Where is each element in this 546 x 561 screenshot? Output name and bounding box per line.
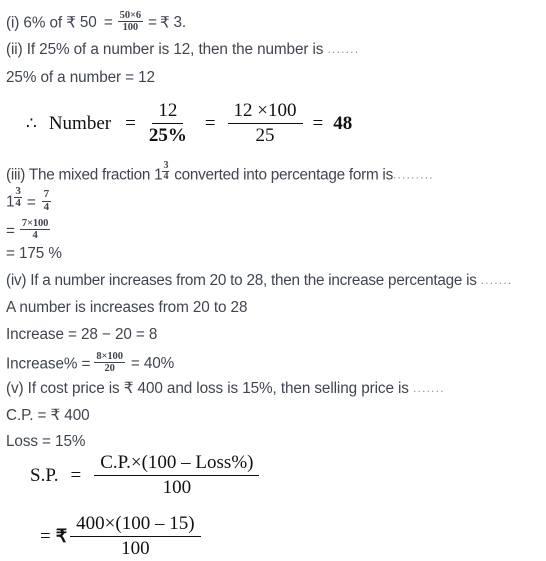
therefore-symbol: ∴ xyxy=(26,113,37,133)
rupee-symbol-v: ₹ xyxy=(123,380,134,397)
fraction-denominator: 4 xyxy=(163,171,169,182)
item-iv-result: = 40% xyxy=(130,355,175,373)
fraction-numerator: 3 xyxy=(14,184,22,198)
substitution-equals: = xyxy=(40,525,51,547)
answer-blank-dots-v: ....... xyxy=(413,381,445,395)
item-i-equals-2: = xyxy=(148,14,157,32)
solution-page: (i) 6% of ₹50 = 50×6 100 = ₹3. (ii) If 25% o… xyxy=(0,0,546,561)
item-ii-given: 25% of a number = 12 xyxy=(6,69,155,86)
equation-ii-equals-2: = xyxy=(204,112,216,134)
answer-blank-dots-iv: ....... xyxy=(480,273,513,287)
item-i-result: 3. xyxy=(173,14,187,32)
equation-ii-answer: 48 xyxy=(333,112,353,134)
fraction-numerator: 12 xyxy=(152,100,184,124)
item-iii-whole: 1 xyxy=(6,193,15,211)
working-line-iv-given: A number is increases from 20 to 28 xyxy=(6,300,247,315)
fraction-denominator: 100 xyxy=(121,537,150,559)
item-iii-question-before: (iii) The mixed fraction 1 xyxy=(6,166,163,184)
question-line-iii: (iii) The mixed fraction 134 converted i… xyxy=(6,160,434,184)
working-line-iii-step3: = 175 % xyxy=(6,246,62,261)
equation-sp-substitution: = ₹ 400×(100 – 15) 100 xyxy=(40,513,201,560)
fraction-numerator: 8×100 xyxy=(94,351,125,364)
working-line-iv-step2: Increase% = 8×100 20 = 40% xyxy=(6,351,175,376)
working-line-iv-step1: Increase = 28 − 20 = 8 xyxy=(6,327,157,342)
rupee-symbol-cp: ₹ xyxy=(50,407,61,424)
fraction-sp-substitution: 400×(100 – 15) 100 xyxy=(70,513,201,560)
fraction-numerator: C.P.×(100 – Loss%) xyxy=(94,452,260,476)
item-iv-increase-pct-label: Increase% = xyxy=(6,355,91,373)
fraction-denominator: 4 xyxy=(15,196,21,209)
fraction-denominator: 25% xyxy=(148,124,187,146)
fraction-denominator: 4 xyxy=(32,230,38,242)
item-iv-question: (iv) If a number increases from 20 to 28… xyxy=(6,272,477,289)
fraction-numerator: 7 xyxy=(41,188,52,202)
fraction-denominator: 20 xyxy=(104,363,115,375)
working-line-v-loss: Loss = 15% xyxy=(6,434,85,449)
solution-line-i: (i) 6% of ₹50 = 50×6 100 = ₹3. xyxy=(6,10,187,35)
equation-ii-equals-3: = xyxy=(312,112,324,134)
fraction-denominator: 25 xyxy=(255,124,275,146)
rupee-symbol-i-result: ₹ xyxy=(159,14,170,32)
item-iv-increase: Increase = 28 − 20 = 8 xyxy=(6,326,158,343)
item-v-loss: Loss = 15% xyxy=(6,433,86,450)
equation-sp-formula: S.P. = C.P.×(100 – Loss%) 100 xyxy=(30,452,260,499)
mixed-fraction-three-quarters: 34 xyxy=(162,160,170,182)
working-line-v-cp: C.P. = ₹ 400 xyxy=(6,408,90,423)
question-line-iv: (iv) If a number increases from 20 to 28… xyxy=(6,273,512,288)
working-line-iii-step2: = 7×100 4 xyxy=(6,218,52,243)
fraction-denominator: 4 xyxy=(43,200,50,213)
item-iii-question-after: converted into percentage form is xyxy=(170,166,393,184)
item-i-prefix: (i) 6% of xyxy=(6,14,67,32)
item-ii-question: (ii) If 25% of a number is 12, then the … xyxy=(6,41,324,58)
item-iii-result: = 175 % xyxy=(6,245,62,262)
fraction-numerator: 12 ×100 xyxy=(227,100,303,124)
fraction-denominator: 100 xyxy=(162,476,192,498)
equation-ii-equals-1: = xyxy=(125,112,136,134)
answer-blank-dots-ii: ....... xyxy=(327,42,360,56)
rupee-symbol-substitution: ₹ xyxy=(55,526,68,547)
question-line-ii: (ii) If 25% of a number is 12, then the … xyxy=(6,42,359,57)
item-iv-given: A number is increases from 20 to 28 xyxy=(6,299,248,316)
working-line-ii-given: 25% of a number = 12 xyxy=(6,70,155,85)
fraction-7-over-4: 74 xyxy=(41,188,52,213)
sp-label: S.P. xyxy=(30,464,59,486)
question-line-v: (v) If cost price is ₹ 400 and loss is 1… xyxy=(6,381,445,396)
item-iii-equals: = xyxy=(26,193,36,211)
equation-ii-label: Number xyxy=(48,112,112,134)
fraction-50x6-over-100: 50×6 100 xyxy=(117,10,144,34)
fraction-denominator: 100 xyxy=(122,22,139,34)
equation-number-ii: ∴ Number = 12 25% = 12 ×100 25 = 48 xyxy=(26,100,352,147)
sp-equals: = xyxy=(70,464,82,486)
fraction-12x100-over-25: 12 ×100 25 xyxy=(227,100,303,147)
fraction-sp-formula: C.P.×(100 – Loss%) 100 xyxy=(94,452,260,499)
item-iii-step2-equals: = xyxy=(6,222,15,240)
fraction-3-over-4: 34 xyxy=(14,184,22,209)
fraction-numerator: 50×6 xyxy=(117,10,144,23)
working-line-iii-step1: 1 3 4 = 7 4 xyxy=(6,184,53,215)
item-i-equals-1: = xyxy=(103,14,113,32)
item-v-question-after: 400 and loss is 15%, then selling price … xyxy=(133,380,409,397)
item-i-amount: 50 xyxy=(79,14,97,32)
item-v-cp-value: 400 xyxy=(60,407,90,424)
item-v-question-before: (v) If cost price is xyxy=(6,380,124,397)
answer-blank-dots-iii: ......... xyxy=(392,167,434,182)
fraction-8x100-over-20: 8×100 20 xyxy=(94,351,125,375)
fraction-numerator: 7×100 xyxy=(19,218,51,231)
fraction-12-over-25pct: 12 25% xyxy=(143,100,193,147)
item-v-cp-label: C.P. = xyxy=(6,407,51,424)
fraction-numerator: 400×(100 – 15) xyxy=(70,513,201,537)
fraction-7x100-over-4: 7×100 4 xyxy=(19,218,51,242)
rupee-symbol-i: ₹ xyxy=(66,14,76,32)
